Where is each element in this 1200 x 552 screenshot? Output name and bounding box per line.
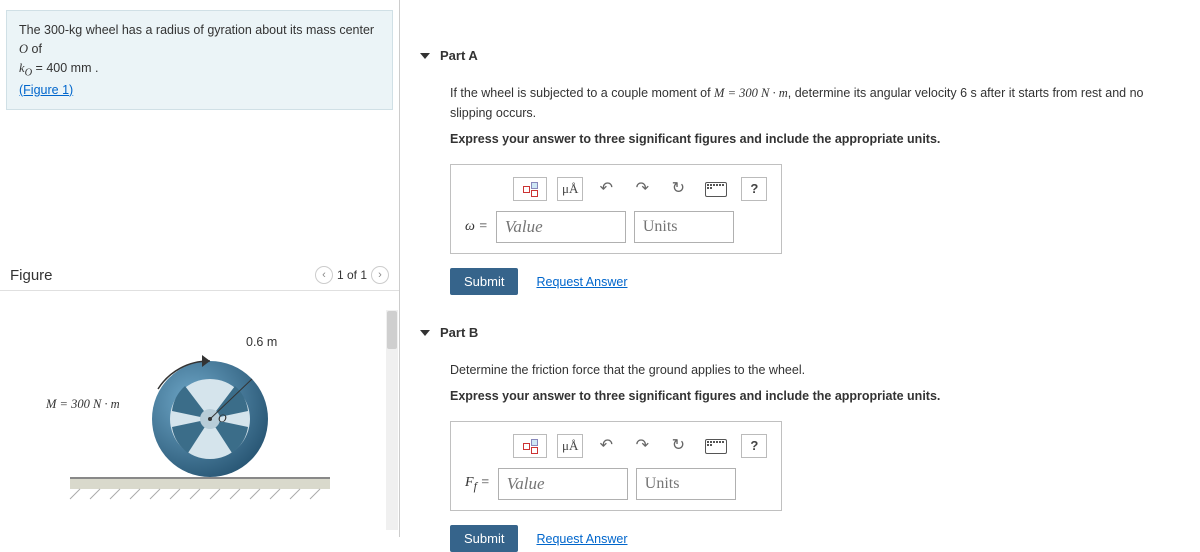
undo-icon[interactable]: ↶ — [593, 177, 619, 201]
figure-page-count: 1 of 1 — [337, 268, 367, 282]
figure-moment-label: M = 300 N · m — [46, 397, 120, 412]
part-b-value-input[interactable] — [498, 468, 628, 500]
figure-link[interactable]: (Figure 1) — [19, 83, 73, 97]
figure-prev-button[interactable]: ‹ — [315, 266, 333, 284]
part-a-var-label: ω = — [465, 216, 488, 238]
help-button[interactable]: ? — [741, 434, 767, 458]
part-a-instruction: Express your answer to three significant… — [450, 129, 1180, 149]
part-a-submit-button[interactable]: Submit — [450, 268, 518, 295]
units-symbol-button[interactable]: μÅ — [557, 177, 583, 201]
redo-icon[interactable]: ↷ — [629, 177, 655, 201]
figure-center-label: O — [218, 411, 227, 426]
reset-icon[interactable]: ↻ — [665, 434, 691, 458]
part-b-request-answer-link[interactable]: Request Answer — [536, 529, 627, 549]
keyboard-icon[interactable] — [701, 177, 731, 201]
reset-icon[interactable]: ↻ — [665, 177, 691, 201]
part-a-collapse-icon[interactable] — [420, 53, 430, 59]
part-a-units-input[interactable] — [634, 211, 734, 243]
part-a-request-answer-link[interactable]: Request Answer — [536, 272, 627, 292]
units-symbol-button[interactable]: μÅ — [557, 434, 583, 458]
part-a-prompt: If the wheel is subjected to a couple mo… — [450, 83, 1180, 123]
part-b-prompt: Determine the friction force that the gr… — [450, 360, 1180, 380]
part-b-answer-box: μÅ ↶ ↷ ↻ ? Ff = — [450, 421, 782, 511]
part-b-var-label: Ff = — [465, 472, 490, 496]
figure-scrollbar[interactable] — [386, 310, 398, 530]
part-a-answer-box: μÅ ↶ ↷ ↻ ? ω = — [450, 164, 782, 254]
help-button[interactable]: ? — [741, 177, 767, 201]
part-b-submit-button[interactable]: Submit — [450, 525, 518, 552]
part-a-value-input[interactable] — [496, 211, 626, 243]
figure-pager: ‹ 1 of 1 › — [315, 266, 389, 284]
figure-heading: Figure — [10, 267, 53, 284]
figure-radius-label: 0.6 m — [246, 335, 277, 349]
part-b-title: Part B — [440, 325, 478, 340]
part-b-units-input[interactable] — [636, 468, 736, 500]
part-a-title: Part A — [440, 48, 478, 63]
keyboard-icon[interactable] — [701, 434, 731, 458]
template-button[interactable] — [513, 434, 547, 458]
redo-icon[interactable]: ↷ — [629, 434, 655, 458]
part-b-collapse-icon[interactable] — [420, 330, 430, 336]
figure-next-button[interactable]: › — [371, 266, 389, 284]
figure-diagram: 0.6 m M = 300 N · m O — [10, 311, 390, 511]
part-b-instruction: Express your answer to three significant… — [450, 386, 1180, 406]
template-button[interactable] — [513, 177, 547, 201]
problem-statement: The 300-kg wheel has a radius of gyratio… — [6, 10, 393, 110]
undo-icon[interactable]: ↶ — [593, 434, 619, 458]
